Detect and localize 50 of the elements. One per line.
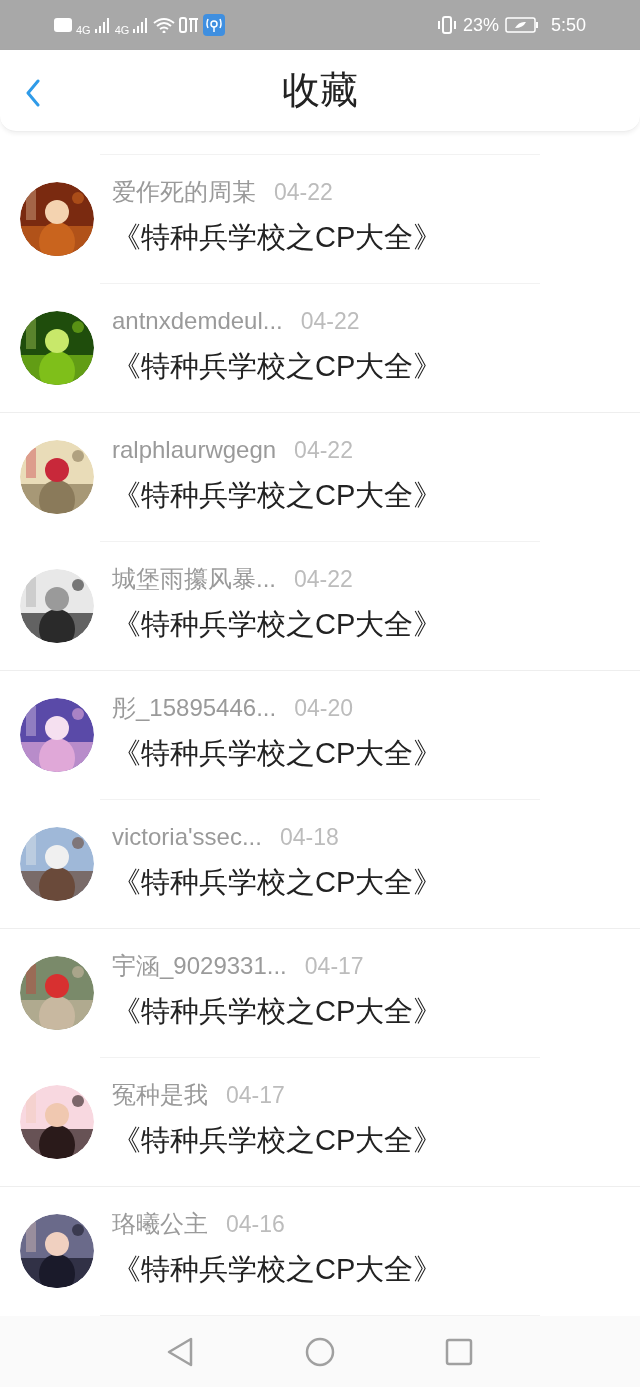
item-title: 《特种兵学校之CP大全》 <box>112 736 443 772</box>
date: 04-22 <box>274 178 333 208</box>
user-name: 冤种是我 <box>112 1080 208 1111</box>
item-title: 《特种兵学校之CP大全》 <box>112 478 443 514</box>
signal-icon <box>94 17 111 33</box>
item-title: 《特种兵学校之CP大全》 <box>112 1123 443 1159</box>
item-title: 《特种兵学校之CP大全》 <box>112 607 443 643</box>
network-label: 4G <box>114 22 130 38</box>
favorite-item[interactable]: 爱作死的周某 04-22 《特种兵学校之CP大全》 <box>0 155 640 283</box>
date: 04-20 <box>294 694 353 724</box>
favorite-item[interactable]: 珞曦公主 04-16 《特种兵学校之CP大全》 <box>0 1187 640 1315</box>
user-name: 爱作死的周某 <box>112 177 256 208</box>
clock: 5:50 <box>550 13 586 37</box>
signal-icon <box>133 17 150 33</box>
vibrate-icon <box>436 15 457 35</box>
item-title: 《特种兵学校之CP大全》 <box>112 349 443 385</box>
item-title: 《特种兵学校之CP大全》 <box>112 1252 443 1288</box>
network-label: 4G <box>76 22 91 38</box>
date: 04-17 <box>226 1081 285 1111</box>
date: 04-22 <box>300 307 360 337</box>
item-title: 《特种兵学校之CP大全》 <box>112 994 443 1030</box>
favorite-item[interactable]: 冤种是我 04-17 《特种兵学校之CP大全》 <box>0 1058 640 1186</box>
date: 04-18 <box>279 823 339 853</box>
hotspot-icon <box>203 14 226 36</box>
favorite-item[interactable]: 城堡雨攥风暴... 04-22 《特种兵学校之CP大全》 <box>0 542 640 670</box>
page-title: 收藏 <box>282 68 358 113</box>
user-name: ralphlaurwgegn <box>112 435 277 466</box>
user-name: 彤_15895446... <box>112 693 277 724</box>
favorite-item[interactable]: 彤_15895446... 04-20 《特种兵学校之CP大全》 <box>0 671 640 799</box>
wifi-icon <box>153 17 176 33</box>
date: 04-16 <box>226 1210 285 1240</box>
favorite-item[interactable]: ralphlaurwgegn 04-22 《特种兵学校之CP大全》 <box>0 413 640 541</box>
user-name: victoria'ssec... <box>112 822 262 853</box>
home-icon[interactable] <box>305 1336 335 1367</box>
date: 04-22 <box>294 436 353 466</box>
battery-percent: 23% <box>462 13 499 37</box>
favorite-item[interactable]: antnxdemdeul... 04-22 《特种兵学校之CP大全》 <box>0 284 640 412</box>
recents-icon[interactable] <box>445 1337 473 1366</box>
battery-icon <box>504 17 539 33</box>
date: 04-17 <box>304 952 364 982</box>
user-name: antnxdemdeul... <box>112 306 283 337</box>
back-icon[interactable] <box>167 1336 195 1367</box>
item-title: 《特种兵学校之CP大全》 <box>112 220 443 256</box>
user-name: 珞曦公主 <box>112 1209 208 1240</box>
user-name: 城堡雨攥风暴... <box>112 564 276 595</box>
item-title: 《特种兵学校之CP大全》 <box>112 865 443 901</box>
user-name: 宇涵_9029331... <box>112 951 287 982</box>
favorite-item[interactable]: 宇涵_9029331... 04-17 《特种兵学校之CP大全》 <box>0 929 640 1057</box>
date: 04-22 <box>294 565 353 595</box>
favorite-item[interactable]: victoria'ssec... 04-18 《特种兵学校之CP大全》 <box>0 800 640 928</box>
